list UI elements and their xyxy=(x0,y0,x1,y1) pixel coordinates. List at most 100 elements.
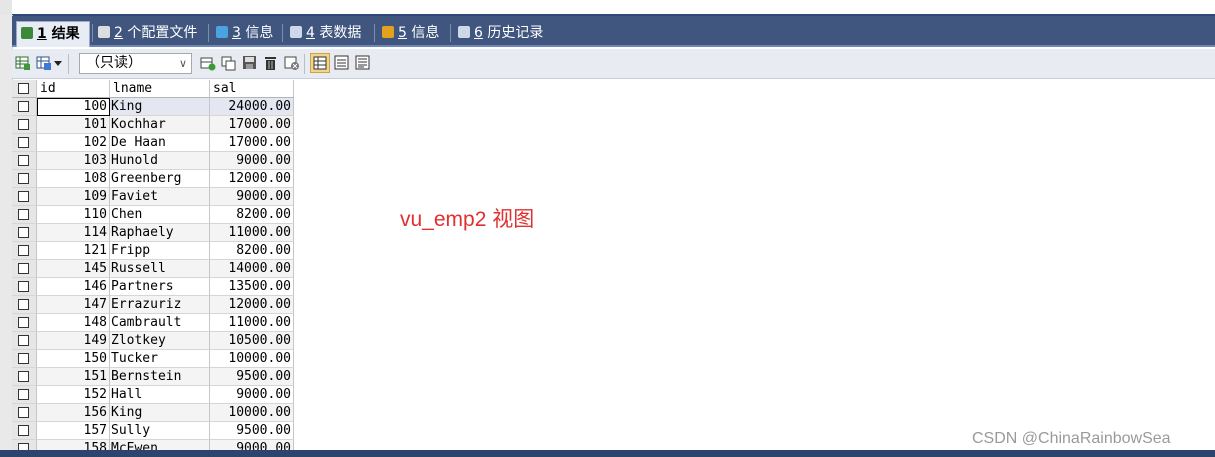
sal-cell[interactable]: 24000.00 xyxy=(210,98,294,116)
lname-cell[interactable]: Greenberg xyxy=(110,170,210,188)
row-checkbox[interactable] xyxy=(18,425,29,436)
sal-cell[interactable]: 10500.00 xyxy=(210,332,294,350)
lname-cell[interactable]: Zlotkey xyxy=(110,332,210,350)
id-cell[interactable]: 148 xyxy=(37,314,110,332)
row-checkbox[interactable] xyxy=(18,227,29,238)
lname-cell[interactable]: Tucker xyxy=(110,350,210,368)
import-export-icon[interactable] xyxy=(36,55,52,71)
lname-cell[interactable]: Raphaely xyxy=(110,224,210,242)
text-view-icon[interactable] xyxy=(355,55,371,71)
sal-cell[interactable]: 10000.00 xyxy=(210,404,294,422)
row-selector-cell[interactable] xyxy=(12,260,37,278)
table-row[interactable]: 109 Faviet 9000.00 xyxy=(12,188,294,206)
row-checkbox[interactable] xyxy=(18,353,29,364)
table-row[interactable]: 148 Cambrault 11000.00 xyxy=(12,314,294,332)
table-row[interactable]: 103 Hunold 9000.00 xyxy=(12,152,294,170)
lname-cell[interactable]: King xyxy=(110,98,210,116)
sal-cell[interactable]: 9000.00 xyxy=(210,152,294,170)
row-selector-cell[interactable] xyxy=(12,152,37,170)
sal-cell[interactable]: 11000.00 xyxy=(210,224,294,242)
id-cell[interactable]: 145 xyxy=(37,260,110,278)
form-view-icon[interactable] xyxy=(334,55,350,71)
row-selector-cell[interactable] xyxy=(12,278,37,296)
row-selector-cell[interactable] xyxy=(12,224,37,242)
select-all-cell[interactable] xyxy=(12,80,37,98)
row-checkbox[interactable] xyxy=(18,155,29,166)
save-icon[interactable] xyxy=(242,55,258,71)
table-row[interactable]: 150 Tucker 10000.00 xyxy=(12,350,294,368)
column-header-sal[interactable]: sal xyxy=(210,80,294,98)
table-row[interactable]: 121 Fripp 8200.00 xyxy=(12,242,294,260)
sal-cell[interactable]: 9500.00 xyxy=(210,422,294,440)
row-checkbox[interactable] xyxy=(18,317,29,328)
table-row[interactable]: 102 De Haan 17000.00 xyxy=(12,134,294,152)
row-checkbox[interactable] xyxy=(18,173,29,184)
id-cell[interactable]: 108 xyxy=(37,170,110,188)
id-cell[interactable]: 100 xyxy=(37,98,110,116)
duplicate-row-icon[interactable] xyxy=(221,55,237,71)
lname-cell[interactable]: Faviet xyxy=(110,188,210,206)
row-checkbox[interactable] xyxy=(18,245,29,256)
id-cell[interactable]: 102 xyxy=(37,134,110,152)
row-selector-cell[interactable] xyxy=(12,422,37,440)
sal-cell[interactable]: 11000.00 xyxy=(210,314,294,332)
lname-cell[interactable]: Errazuriz xyxy=(110,296,210,314)
id-cell[interactable]: 121 xyxy=(37,242,110,260)
id-cell[interactable]: 157 xyxy=(37,422,110,440)
column-header-id[interactable]: id xyxy=(37,80,110,98)
add-row-icon[interactable] xyxy=(200,55,216,71)
id-cell[interactable]: 152 xyxy=(37,386,110,404)
row-checkbox[interactable] xyxy=(18,389,29,400)
id-cell[interactable]: 158 xyxy=(37,440,110,450)
table-row[interactable]: 114 Raphaely 11000.00 xyxy=(12,224,294,242)
row-selector-cell[interactable] xyxy=(12,134,37,152)
id-cell[interactable]: 150 xyxy=(37,350,110,368)
id-cell[interactable]: 151 xyxy=(37,368,110,386)
row-checkbox[interactable] xyxy=(18,281,29,292)
row-checkbox[interactable] xyxy=(18,263,29,274)
tab-6[interactable]: 6 历史记录 xyxy=(454,21,554,47)
table-row[interactable]: 101 Kochhar 17000.00 xyxy=(12,116,294,134)
sal-cell[interactable]: 8200.00 xyxy=(210,242,294,260)
column-header-lname[interactable]: lname xyxy=(110,80,210,98)
id-cell[interactable]: 101 xyxy=(37,116,110,134)
export-grid-icon[interactable] xyxy=(15,55,31,71)
sal-cell[interactable]: 13500.00 xyxy=(210,278,294,296)
table-row[interactable]: 145 Russell 14000.00 xyxy=(12,260,294,278)
row-selector-cell[interactable] xyxy=(12,440,37,450)
row-selector-cell[interactable] xyxy=(12,116,37,134)
row-selector-cell[interactable] xyxy=(12,296,37,314)
sal-cell[interactable]: 8200.00 xyxy=(210,206,294,224)
row-checkbox[interactable] xyxy=(18,209,29,220)
lname-cell[interactable]: De Haan xyxy=(110,134,210,152)
lname-cell[interactable]: Sully xyxy=(110,422,210,440)
row-selector-cell[interactable] xyxy=(12,206,37,224)
id-cell[interactable]: 114 xyxy=(37,224,110,242)
tab-1[interactable]: 1 结果 xyxy=(16,21,90,47)
lname-cell[interactable]: King xyxy=(110,404,210,422)
sal-cell[interactable]: 9000.00 xyxy=(210,188,294,206)
row-selector-cell[interactable] xyxy=(12,170,37,188)
lname-cell[interactable]: Hunold xyxy=(110,152,210,170)
lname-cell[interactable]: Partners xyxy=(110,278,210,296)
sal-cell[interactable]: 9000.00 xyxy=(210,386,294,404)
lname-cell[interactable]: Russell xyxy=(110,260,210,278)
table-row[interactable]: 110 Chen 8200.00 xyxy=(12,206,294,224)
sal-cell[interactable]: 17000.00 xyxy=(210,134,294,152)
table-row[interactable]: 158 McEwen 9000.00 xyxy=(12,440,294,450)
lname-cell[interactable]: Hall xyxy=(110,386,210,404)
row-selector-cell[interactable] xyxy=(12,188,37,206)
id-cell[interactable]: 110 xyxy=(37,206,110,224)
table-row[interactable]: 152 Hall 9000.00 xyxy=(12,386,294,404)
row-checkbox[interactable] xyxy=(18,119,29,130)
lname-cell[interactable]: Kochhar xyxy=(110,116,210,134)
lname-cell[interactable]: Chen xyxy=(110,206,210,224)
cancel-changes-icon[interactable] xyxy=(284,55,300,71)
tab-5[interactable]: 5 信息 xyxy=(378,21,448,47)
row-selector-cell[interactable] xyxy=(12,332,37,350)
row-checkbox[interactable] xyxy=(18,335,29,346)
lname-cell[interactable]: McEwen xyxy=(110,440,210,450)
row-checkbox[interactable] xyxy=(18,299,29,310)
table-row[interactable]: 156 King 10000.00 xyxy=(12,404,294,422)
sal-cell[interactable]: 9000.00 xyxy=(210,440,294,450)
